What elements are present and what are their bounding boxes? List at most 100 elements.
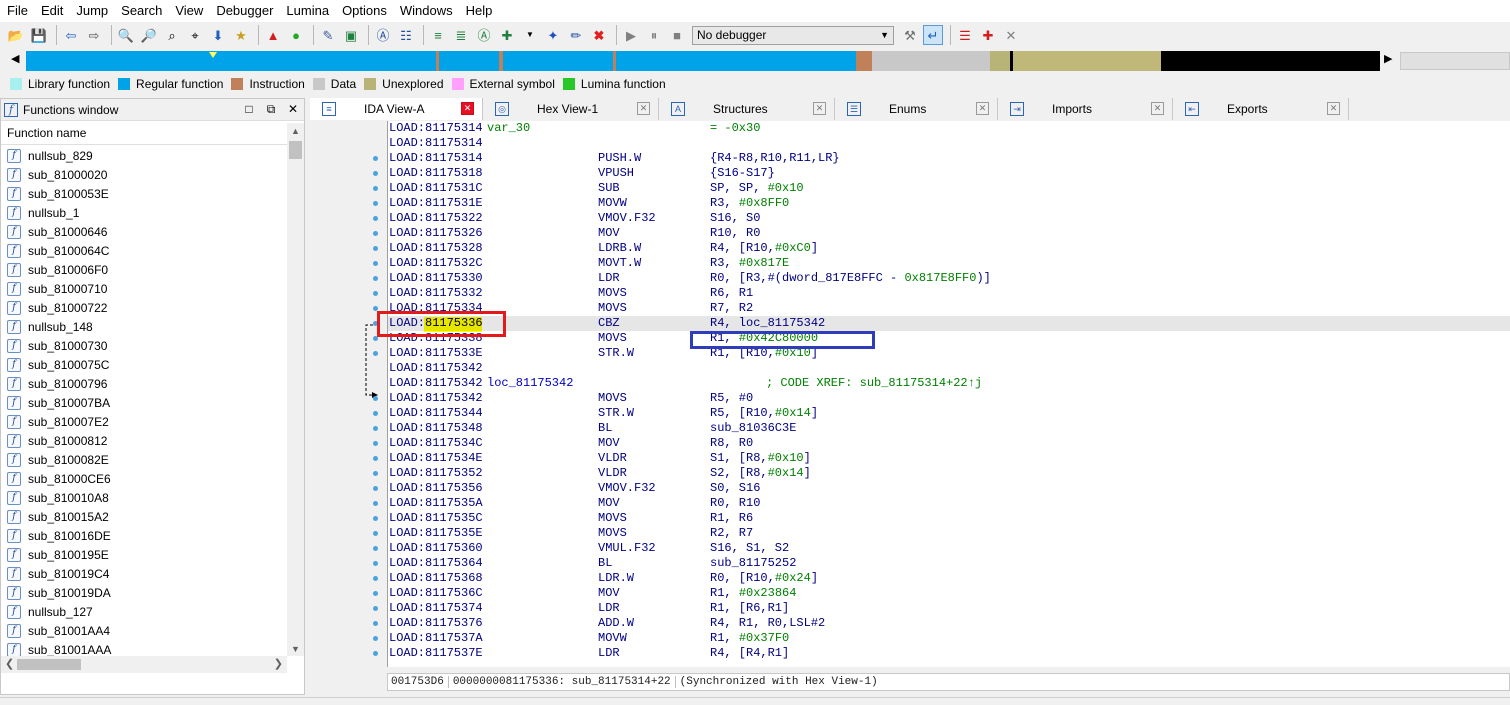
disasm-line[interactable]: LOAD:8117532C MOVT.W R3, #0x817E [388, 256, 1510, 271]
breakpoint-dot[interactable] [373, 276, 378, 281]
disasm-line[interactable]: LOAD:81175330 LDR R0, [R3,#(dword_817E8FFC… [388, 271, 1510, 286]
search-next-icon[interactable]: ⌖ [185, 25, 205, 45]
disasm-line[interactable]: LOAD:81175336CBZR4, loc_81175342 [388, 316, 1510, 331]
scrollbar-thumb[interactable] [17, 659, 81, 670]
breakpoint-dot[interactable] [373, 171, 378, 176]
patch-icon[interactable]: ▣ [341, 25, 361, 45]
disasm-line[interactable]: LOAD:81175374 LDR R1, [R6,R1] [388, 601, 1510, 616]
function-list-item[interactable]: f sub_81001AA4 [1, 621, 287, 640]
disasm-line[interactable]: LOAD:81175348 BL sub_81036C3E [388, 421, 1510, 436]
function-list-item[interactable]: f sub_810006F0 [1, 260, 287, 279]
breakpoint-dot[interactable] [373, 291, 378, 296]
rename-icon[interactable]: ✏ [566, 25, 586, 45]
breakpoint-dot[interactable] [373, 606, 378, 611]
step-into-icon[interactable]: ↵ [923, 25, 943, 45]
scroll-down-icon[interactable]: ▼ [291, 644, 300, 654]
function-list-item[interactable]: f sub_8100064C [1, 241, 287, 260]
tab-close-icon[interactable]: ✕ [976, 102, 989, 115]
disasm-line[interactable]: LOAD:8117534E VLDR S1, [R8,#0x10] [388, 451, 1510, 466]
disasm-line[interactable]: LOAD:81175314 PUSH.W {R4-R8,R10,R11,LR} [388, 151, 1510, 166]
green-circle-icon[interactable]: ● [286, 25, 306, 45]
function-list-item[interactable]: f sub_810007BA [1, 393, 287, 412]
string-icon[interactable]: Ⓐ [474, 25, 494, 45]
breakpoint-dot[interactable] [373, 186, 378, 191]
breakpoint-dot[interactable] [373, 471, 378, 476]
disasm-line[interactable]: LOAD:8117537A MOVW R1, #0x37F0 [388, 631, 1510, 646]
disasm-line[interactable]: LOAD:81175364 BL sub_81175252 [388, 556, 1510, 571]
tab-close-icon[interactable]: ✕ [813, 102, 826, 115]
function-list-item[interactable]: f sub_810015A2 [1, 507, 287, 526]
nav-band-overview[interactable] [1400, 52, 1510, 70]
disasm-line[interactable]: LOAD:81175314 [388, 136, 1510, 151]
disasm-line[interactable]: LOAD:8117533E STR.W R1, [R10,#0x10] [388, 346, 1510, 361]
float-window-icon[interactable]: ⧉ [260, 102, 282, 117]
tab-close-icon[interactable]: ✕ [1151, 102, 1164, 115]
menu-lumina[interactable]: Lumina [281, 0, 337, 22]
function-list-item[interactable]: f sub_81000710 [1, 279, 287, 298]
disasm-line[interactable]: LOAD:81175338 MOVS R1, #0x42C80000 [388, 331, 1510, 346]
breakpoint-dot[interactable] [373, 396, 378, 401]
tab-imports[interactable]: ⇥ Imports ✕ [998, 98, 1173, 120]
breakpoint-dot[interactable] [373, 216, 378, 221]
tab-exports[interactable]: ⇤ Exports ✕ [1173, 98, 1349, 120]
function-list-item[interactable]: f sub_81000646 [1, 222, 287, 241]
menu-debugger[interactable]: Debugger [211, 0, 281, 22]
function-list-item[interactable]: f sub_81000722 [1, 298, 287, 317]
breakpoint-dot[interactable] [373, 156, 378, 161]
data-icon[interactable]: ≣ [451, 25, 471, 45]
breakpoint-dot[interactable] [373, 231, 378, 236]
function-list-item[interactable]: f sub_810019C4 [1, 564, 287, 583]
nav-left-arrow-icon[interactable]: ◀ [11, 52, 19, 65]
disasm-line[interactable]: LOAD:81175314 var_30 = -0x30 [388, 121, 1510, 136]
search-binary-icon[interactable]: 🔎 [139, 25, 159, 45]
disasm-line[interactable]: LOAD:8117536C MOV R1, #0x23864 [388, 586, 1510, 601]
menu-search[interactable]: Search [116, 0, 170, 22]
breakpoint-dot[interactable] [373, 456, 378, 461]
add-breakpoint-icon[interactable]: ✚ [978, 25, 998, 45]
breakpoint-dot[interactable] [373, 636, 378, 641]
disasm-line[interactable]: LOAD:8117531C SUB SP, SP, #0x10 [388, 181, 1510, 196]
function-list-item[interactable]: f sub_81000020 [1, 165, 287, 184]
disasm-line[interactable]: LOAD:81175318 VPUSH {S16-S17} [388, 166, 1510, 181]
breakpoint-dot[interactable] [373, 261, 378, 266]
tab-close-icon[interactable]: ✕ [637, 102, 650, 115]
function-list-item[interactable]: f sub_810016DE [1, 526, 287, 545]
function-list-item[interactable]: f sub_810010A8 [1, 488, 287, 507]
tab-structures[interactable]: A Structures ✕ [659, 98, 835, 120]
breakpoint-dot[interactable] [373, 561, 378, 566]
disassembly-listing[interactable]: LOAD:81175314 var_30 = -0x30 LOAD:81175314 L… [387, 121, 1510, 667]
search-all-icon[interactable]: ★ [231, 25, 251, 45]
tab-ida-view-a[interactable]: ≡ IDA View-A ✕ [310, 98, 483, 120]
menu-help[interactable]: Help [461, 0, 501, 22]
breakpoint-list-icon[interactable]: ☰ [955, 25, 975, 45]
disasm-line[interactable]: LOAD:8117537E LDR R4, [R4,R1] [388, 646, 1510, 661]
stop-icon[interactable]: ■ [667, 25, 687, 45]
breakpoint-dot[interactable] [373, 651, 378, 656]
disasm-line[interactable]: LOAD:81175344 STR.W R5, [R10,#0x14] [388, 406, 1510, 421]
disasm-line[interactable]: LOAD:81175322 VMOV.F32 S16, S0 [388, 211, 1510, 226]
breakpoint-dot[interactable] [373, 246, 378, 251]
tab-close-icon[interactable]: ✕ [461, 102, 474, 115]
save-icon[interactable]: 💾 [29, 25, 49, 45]
text-view-icon[interactable]: Ⓐ [373, 25, 393, 45]
warning-icon[interactable]: ▲ [263, 25, 283, 45]
function-list-item[interactable]: f sub_8100195E [1, 545, 287, 564]
disasm-line[interactable]: LOAD:81175356 VMOV.F32 S0, S16 [388, 481, 1510, 496]
disasm-line[interactable]: LOAD:8117534C MOV R8, R0 [388, 436, 1510, 451]
function-list-item[interactable]: f sub_8100075C [1, 355, 287, 374]
breakpoint-dot[interactable] [373, 531, 378, 536]
minimize-icon[interactable]: □ [238, 102, 260, 117]
scroll-left-icon[interactable]: ❮ [5, 657, 14, 670]
scrollbar-thumb[interactable] [289, 141, 302, 159]
menu-edit[interactable]: Edit [36, 0, 71, 22]
function-list-item[interactable]: f sub_8100082E [1, 450, 287, 469]
close-icon[interactable]: ✕ [282, 102, 304, 117]
disasm-line[interactable]: LOAD:8117535C MOVS R1, R6 [388, 511, 1510, 526]
jump-down-icon[interactable]: ⬇ [208, 25, 228, 45]
scroll-right-icon[interactable]: ❯ [274, 657, 283, 670]
breakpoint-dot[interactable] [373, 546, 378, 551]
function-list-item[interactable]: f nullsub_148 [1, 317, 287, 336]
open-folder-icon[interactable]: 📂 [6, 25, 26, 45]
debugger-select[interactable]: No debugger ▼ [692, 25, 894, 45]
menu-options[interactable]: Options [337, 0, 395, 22]
